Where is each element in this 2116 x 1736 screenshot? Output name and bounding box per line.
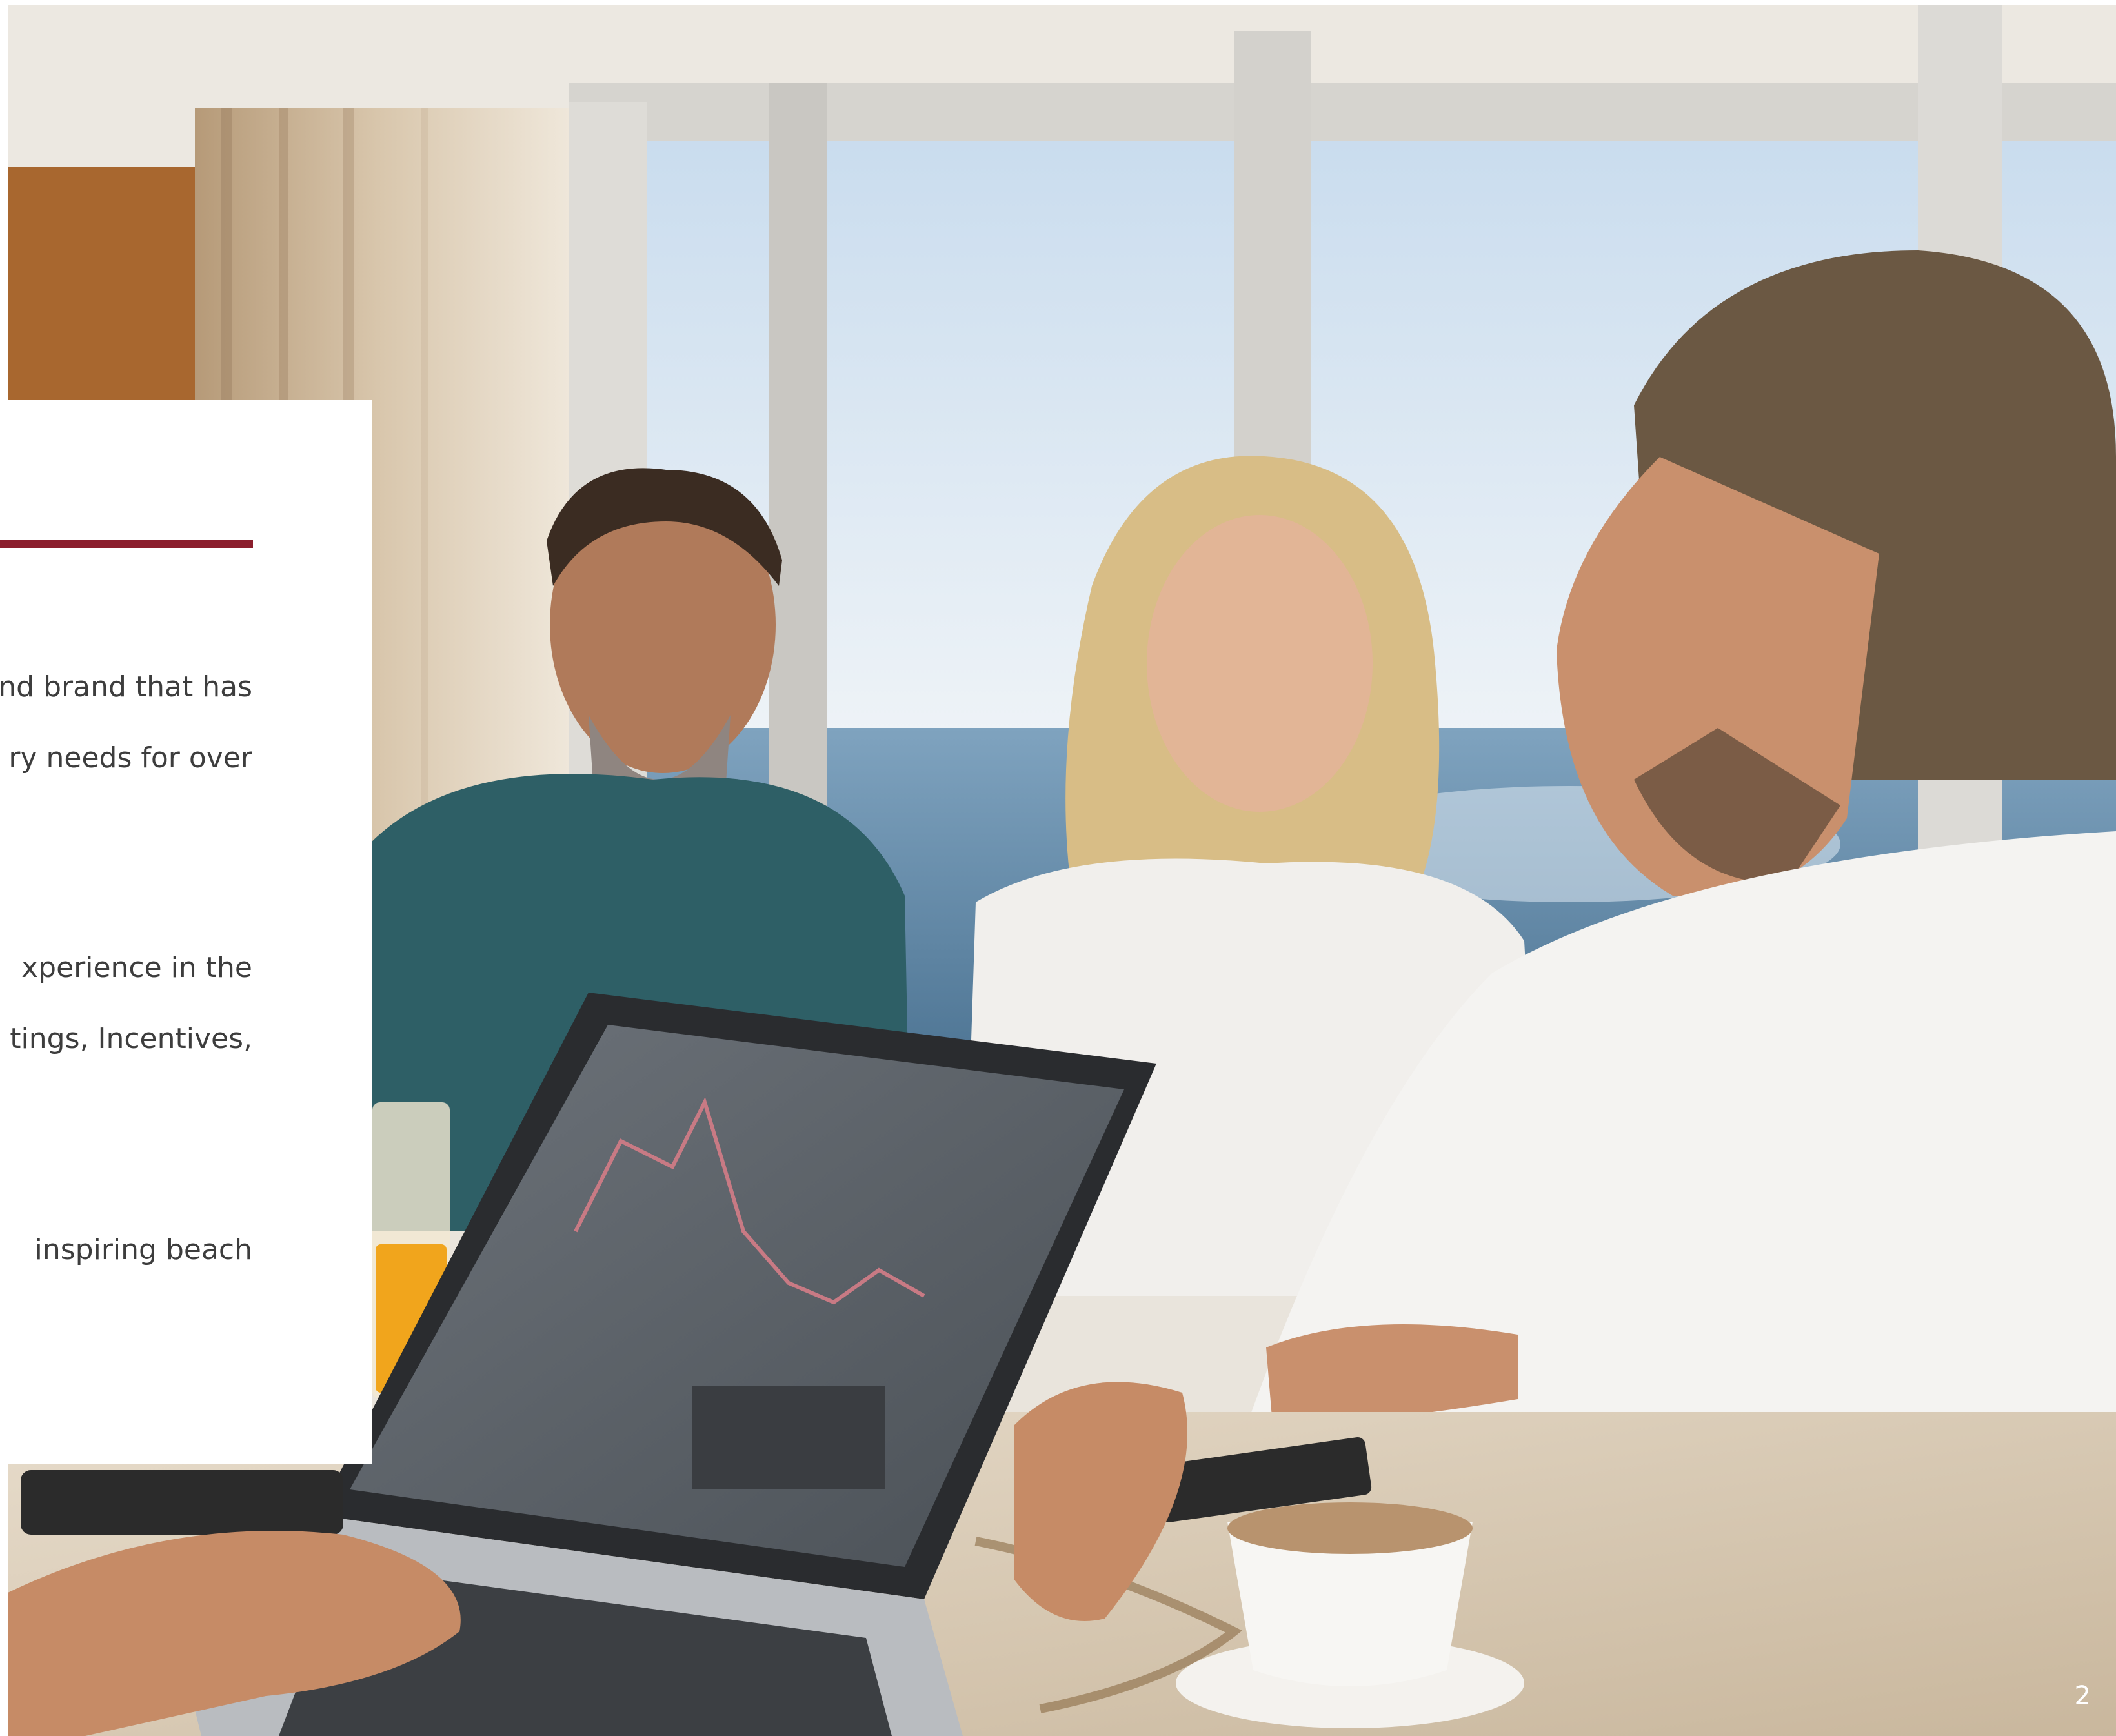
paragraph-3: inspiring beach	[0, 1215, 252, 1286]
paragraph-1-line-2: ry needs for over	[8, 742, 252, 774]
page-number: 2	[2074, 1681, 2091, 1711]
paragraph-3-line-1: inspiring beach	[34, 1233, 252, 1266]
accent-rule-bar	[0, 540, 253, 548]
paragraph-2-line-2: tings, Incentives,	[10, 1022, 252, 1055]
intro-text-card: nd brand that has ry needs for over xper…	[0, 400, 372, 1464]
accent-rule	[0, 540, 253, 548]
paragraph-2-line-1: xperience in the	[21, 951, 252, 984]
brochure-page: nd brand that has ry needs for over xper…	[0, 0, 2116, 1736]
paragraph-1-line-1: nd brand that has	[0, 671, 252, 703]
paragraph-2: xperience in the tings, Incentives,	[0, 933, 252, 1075]
paragraph-1: nd brand that has ry needs for over	[0, 652, 252, 794]
